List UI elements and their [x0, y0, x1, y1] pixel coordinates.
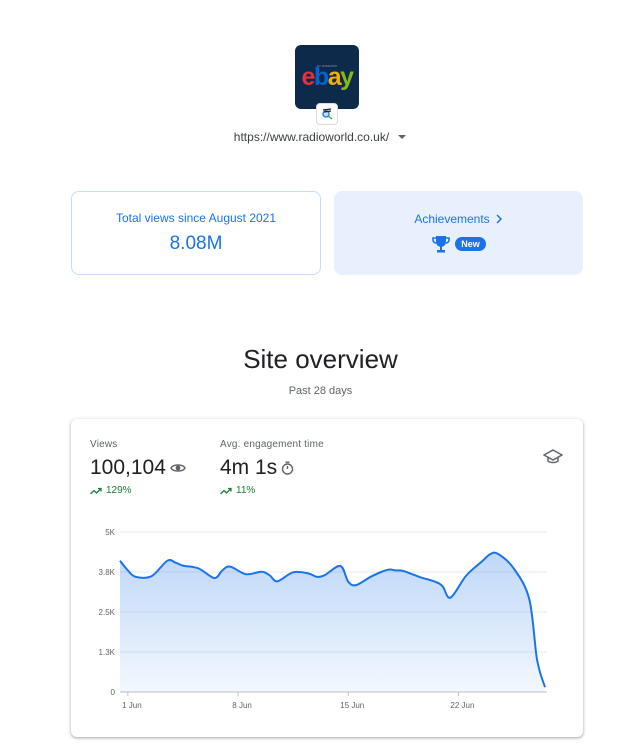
- trophy-icon: [432, 236, 451, 253]
- overview-panel: Views 100,104 129% Avg. engagement time …: [71, 419, 583, 737]
- y-tick-label: 3.8K: [99, 568, 116, 577]
- chevron-right-icon: [496, 214, 502, 224]
- y-tick-label: 2.5K: [99, 608, 116, 617]
- total-views-value: 8.08M: [169, 233, 223, 254]
- site-logo: ▭ ▭▭▭▭ ebay: [295, 45, 359, 125]
- period-subtitle: Past 28 days: [288, 385, 353, 397]
- site-url: https://www.radioworld.co.uk/: [233, 130, 390, 144]
- achievements-card[interactable]: Achievements New: [334, 191, 583, 275]
- page-title: Site overview: [243, 344, 398, 374]
- x-tick-label: 1 Jun: [122, 701, 142, 710]
- y-tick-label: 0: [111, 688, 116, 697]
- x-tick-label: 8 Jun: [232, 701, 252, 710]
- new-badge: New: [455, 237, 486, 251]
- views-chart: 0 1.3K 2.5K 3.8K 5K 1 Jun 8 Jun 15 Jun 22 Jun: [99, 528, 547, 710]
- search-console-icon: [316, 103, 338, 125]
- total-views-card: Total views since August 2021 8.08M: [71, 191, 321, 275]
- views-area: [120, 552, 545, 692]
- achievements-label: Achievements: [414, 212, 490, 226]
- x-tick-label: 15 Jun: [340, 701, 364, 710]
- dropdown-arrow-icon: [398, 135, 407, 139]
- ebay-logo: ▭ ▭▭▭▭ ebay: [295, 45, 359, 109]
- total-views-label: Total views since August 2021: [115, 211, 277, 225]
- logo-small-text: ▭ ▭▭▭▭: [316, 63, 337, 68]
- x-tick-label: 22 Jun: [450, 701, 474, 710]
- y-tick-label: 5K: [105, 528, 115, 537]
- y-tick-label: 1.3K: [99, 648, 116, 657]
- ebay-wordmark: ebay: [301, 62, 355, 91]
- site-selector[interactable]: https://www.radioworld.co.uk/: [0, 130, 641, 144]
